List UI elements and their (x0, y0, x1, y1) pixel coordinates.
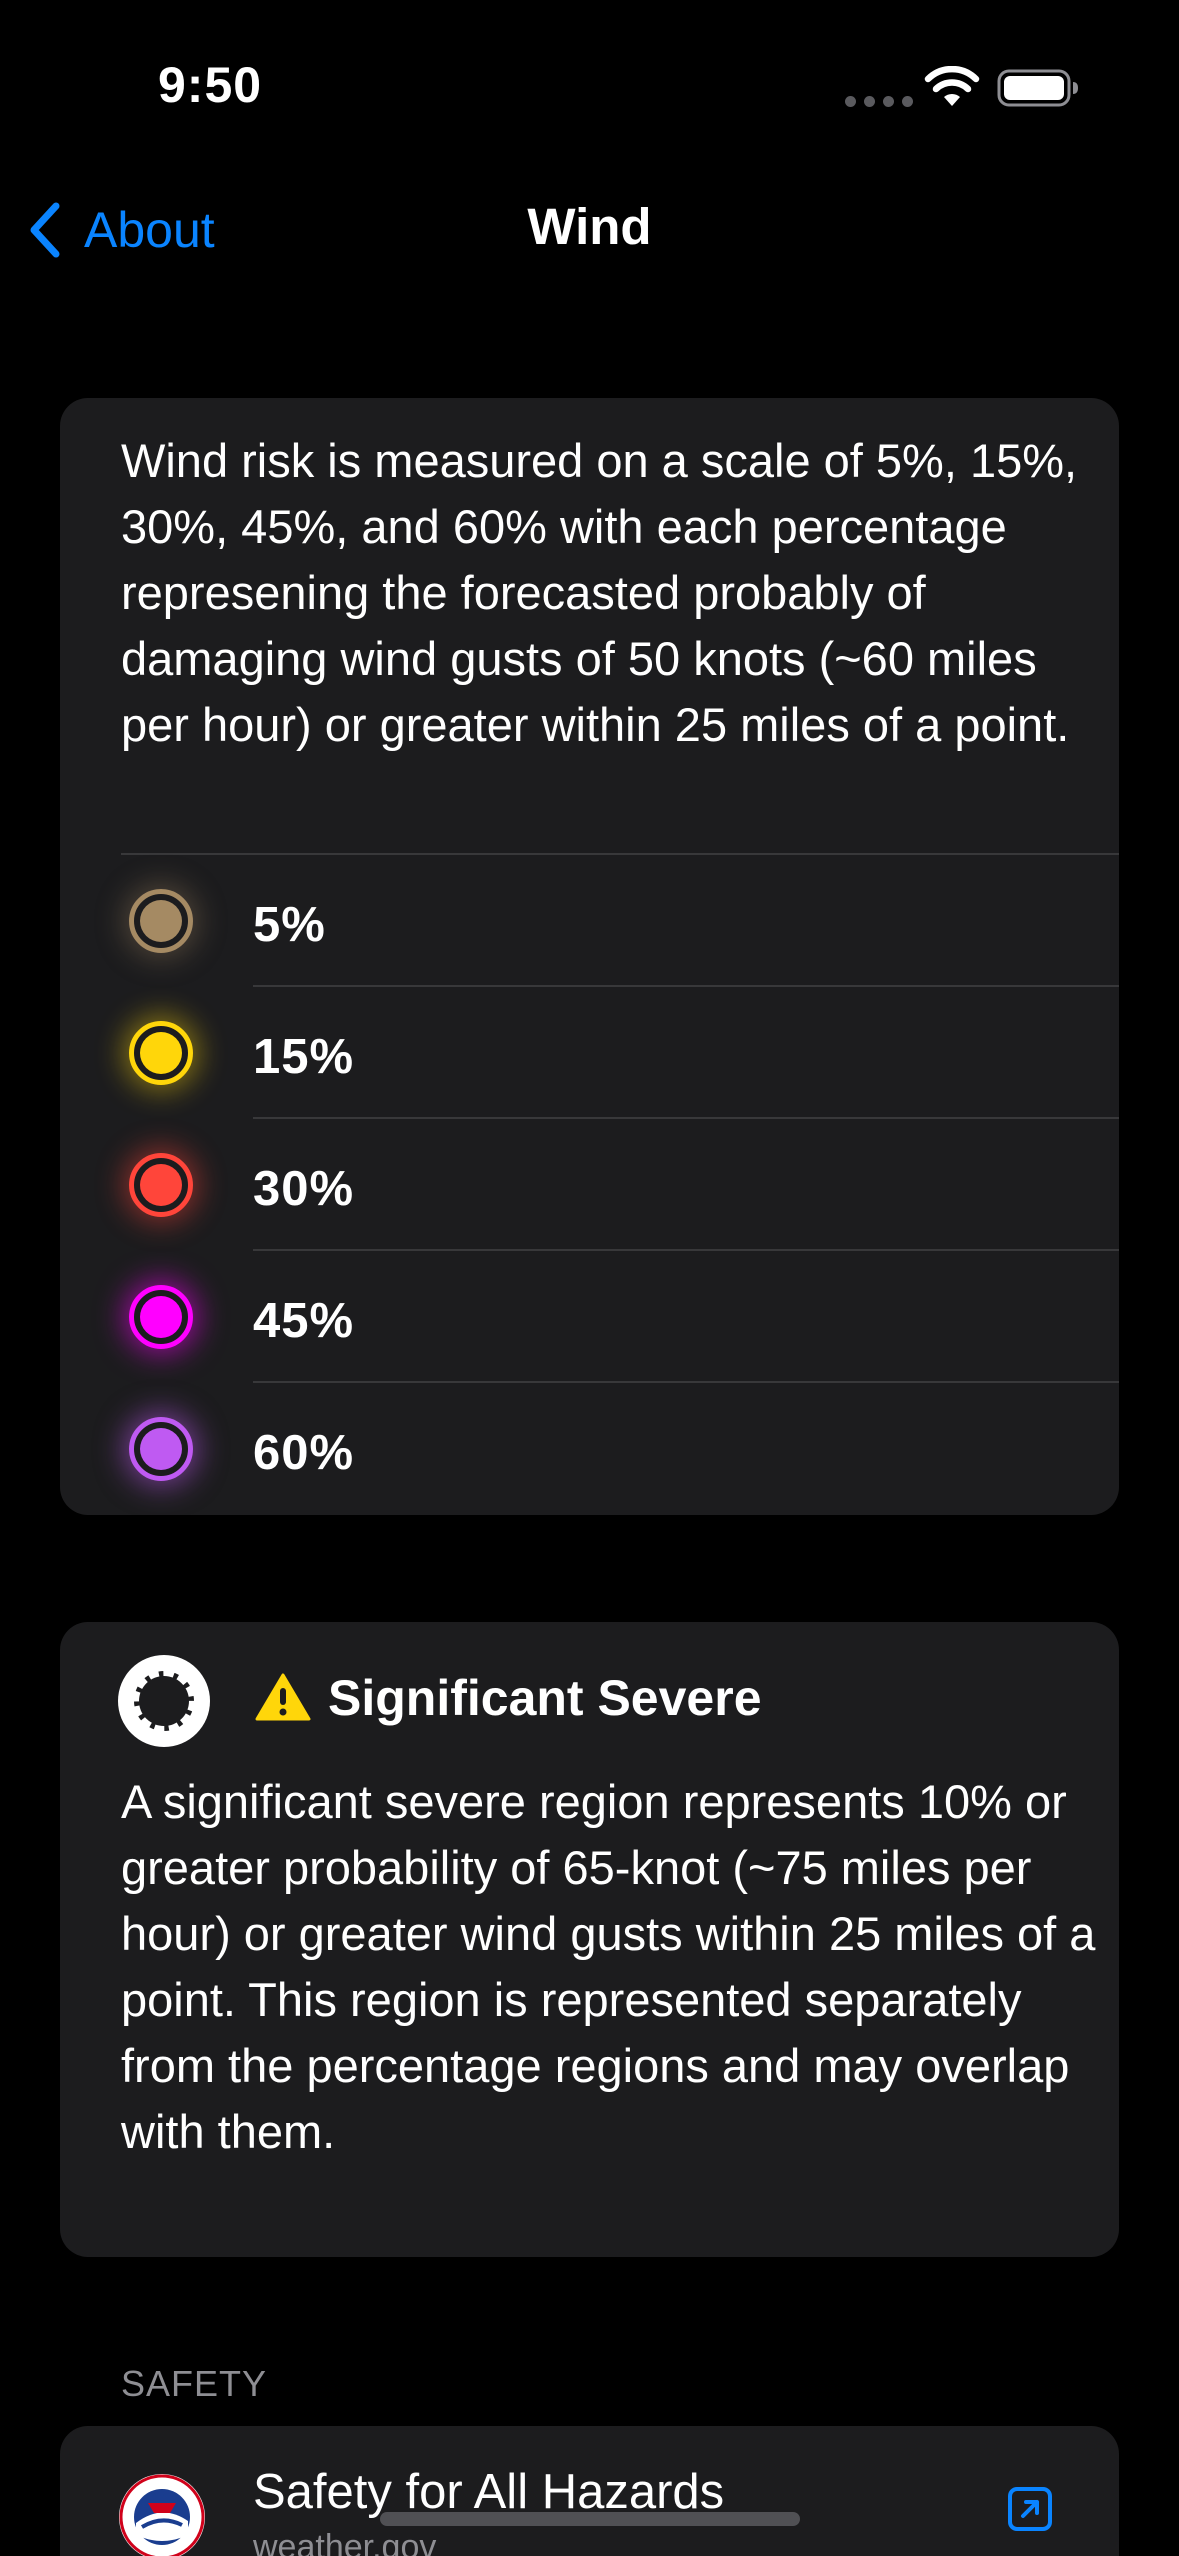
navigation-bar: About Wind (0, 175, 1179, 285)
safety-link-row[interactable]: Safety for All Hazards weather.gov (60, 2426, 1119, 2556)
legend-row-60: 60% (60, 1383, 1119, 1515)
wind-risk-card: Wind risk is measured on a scale of 5%, … (60, 398, 1119, 1515)
legend-row-15: 15% (60, 987, 1119, 1119)
wind-risk-description: Wind risk is measured on a scale of 5%, … (121, 434, 1078, 751)
legend-row-45: 45% (60, 1251, 1119, 1383)
legend-swatch-icon (129, 1285, 193, 1349)
legend-label: 45% (253, 1294, 355, 1348)
status-time: 9:50 (158, 57, 263, 113)
legend-swatch-icon (129, 1153, 193, 1217)
significant-severe-title: Significant Severe (328, 1670, 762, 1726)
legend-label: 30% (253, 1162, 355, 1216)
wifi-icon (924, 66, 980, 106)
legend-row-30: 30% (60, 1119, 1119, 1251)
significant-severe-description: A significant severe region represents 1… (121, 1775, 1096, 2158)
legend-swatch-icon (129, 889, 193, 953)
legend-swatch-icon (129, 1021, 193, 1085)
page-title: Wind (527, 198, 652, 255)
battery-icon (997, 69, 1078, 107)
nws-logo-icon (119, 2474, 205, 2556)
screen: 9:50 About Wind Wind risk is measured on… (0, 0, 1179, 2556)
warning-icon (255, 1673, 311, 1721)
legend-swatch-icon (129, 1417, 193, 1481)
legend-label: 15% (253, 1030, 355, 1084)
legend-label: 5% (253, 898, 326, 952)
legend-label: 60% (253, 1426, 355, 1480)
safety-link-subtitle: weather.gov (253, 2528, 437, 2556)
external-link-icon (1008, 2487, 1052, 2531)
home-indicator[interactable] (380, 2512, 800, 2526)
significant-severe-badge-icon (118, 1655, 210, 1747)
section-header-safety: SAFETY (121, 2363, 268, 2404)
legend-row-5: 5% (60, 855, 1119, 987)
status-bar: 9:50 (0, 0, 1179, 175)
cellular-signal-icon (845, 96, 913, 107)
significant-severe-card: Significant Severe A significant severe … (60, 1622, 1119, 2257)
